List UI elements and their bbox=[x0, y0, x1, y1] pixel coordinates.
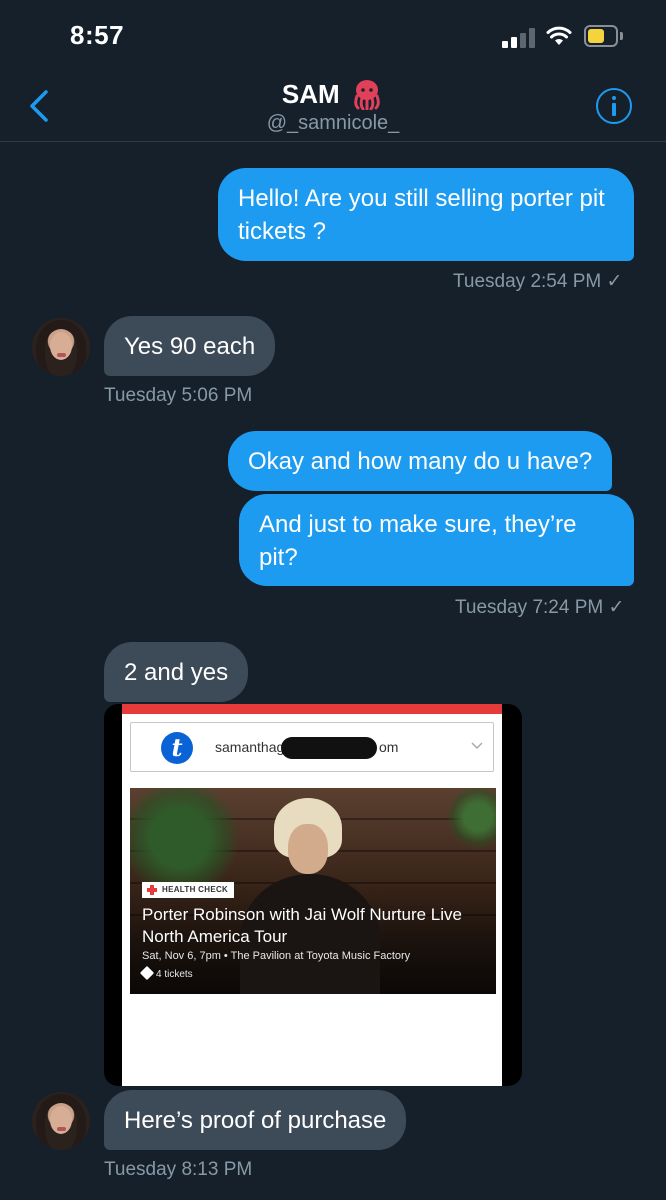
message-bubble-sent[interactable]: Hello! Are you still selling porter pit … bbox=[218, 168, 634, 261]
message-timestamp: Tuesday 7:24 PM ✓ bbox=[455, 597, 625, 618]
contact-avatar[interactable] bbox=[32, 318, 90, 376]
message-bubble-received[interactable]: 2 and yes bbox=[104, 642, 249, 702]
ticket-tag-icon bbox=[139, 965, 155, 981]
ticket-count: 4 tickets bbox=[139, 965, 193, 981]
account-selector: t samanthag om bbox=[130, 722, 494, 772]
message-bubble-received[interactable]: Yes 90 each bbox=[104, 316, 276, 376]
info-icon[interactable] bbox=[596, 88, 632, 124]
red-cross-icon bbox=[147, 885, 157, 895]
wifi-icon bbox=[546, 26, 572, 45]
chevron-down-icon bbox=[471, 742, 483, 750]
image-attachment[interactable]: t samanthag om HEALTH CHECK Porter Robin… bbox=[104, 704, 522, 1086]
conversation-header: SAM @_samnicole_ bbox=[0, 72, 666, 142]
contact-avatar[interactable] bbox=[32, 1092, 90, 1150]
octopus-icon bbox=[354, 80, 380, 110]
contact-info[interactable]: SAM @_samnicole_ bbox=[0, 78, 666, 135]
message-bubble-sent[interactable]: Okay and how many do u have? bbox=[228, 431, 613, 491]
health-check-badge: HEALTH CHECK bbox=[142, 882, 235, 898]
cellular-signal-icon bbox=[502, 28, 536, 48]
status-bar: 8:57 bbox=[0, 0, 666, 72]
ticketing-logo: t bbox=[161, 732, 193, 764]
email-prefix: samanthag bbox=[215, 739, 285, 755]
event-title: Porter Robinson with Jai Wolf Nurture Li… bbox=[142, 905, 462, 946]
redaction-mark bbox=[281, 737, 377, 759]
message-bubble-received[interactable]: Here’s proof of purchase bbox=[104, 1090, 407, 1150]
contact-handle: @_samnicole_ bbox=[266, 112, 400, 134]
email-suffix: om bbox=[379, 739, 399, 755]
event-details: Sat, Nov 6, 7pm • The Pavilion at Toyota… bbox=[142, 950, 411, 962]
contact-name: SAM bbox=[281, 78, 340, 109]
battery-icon bbox=[584, 25, 623, 47]
message-timestamp: Tuesday 2:54 PM ✓ bbox=[453, 271, 623, 292]
ticket-screenshot: t samanthag om HEALTH CHECK Porter Robin… bbox=[122, 704, 502, 1086]
status-time: 8:57 bbox=[70, 20, 125, 50]
message-timestamp: Tuesday 5:06 PM bbox=[104, 385, 253, 406]
message-timestamp: Tuesday 8:13 PM bbox=[104, 1159, 253, 1180]
message-bubble-sent[interactable]: And just to make sure, they’re pit? bbox=[239, 494, 634, 586]
event-image: HEALTH CHECK Porter Robinson with Jai Wo… bbox=[130, 788, 496, 994]
